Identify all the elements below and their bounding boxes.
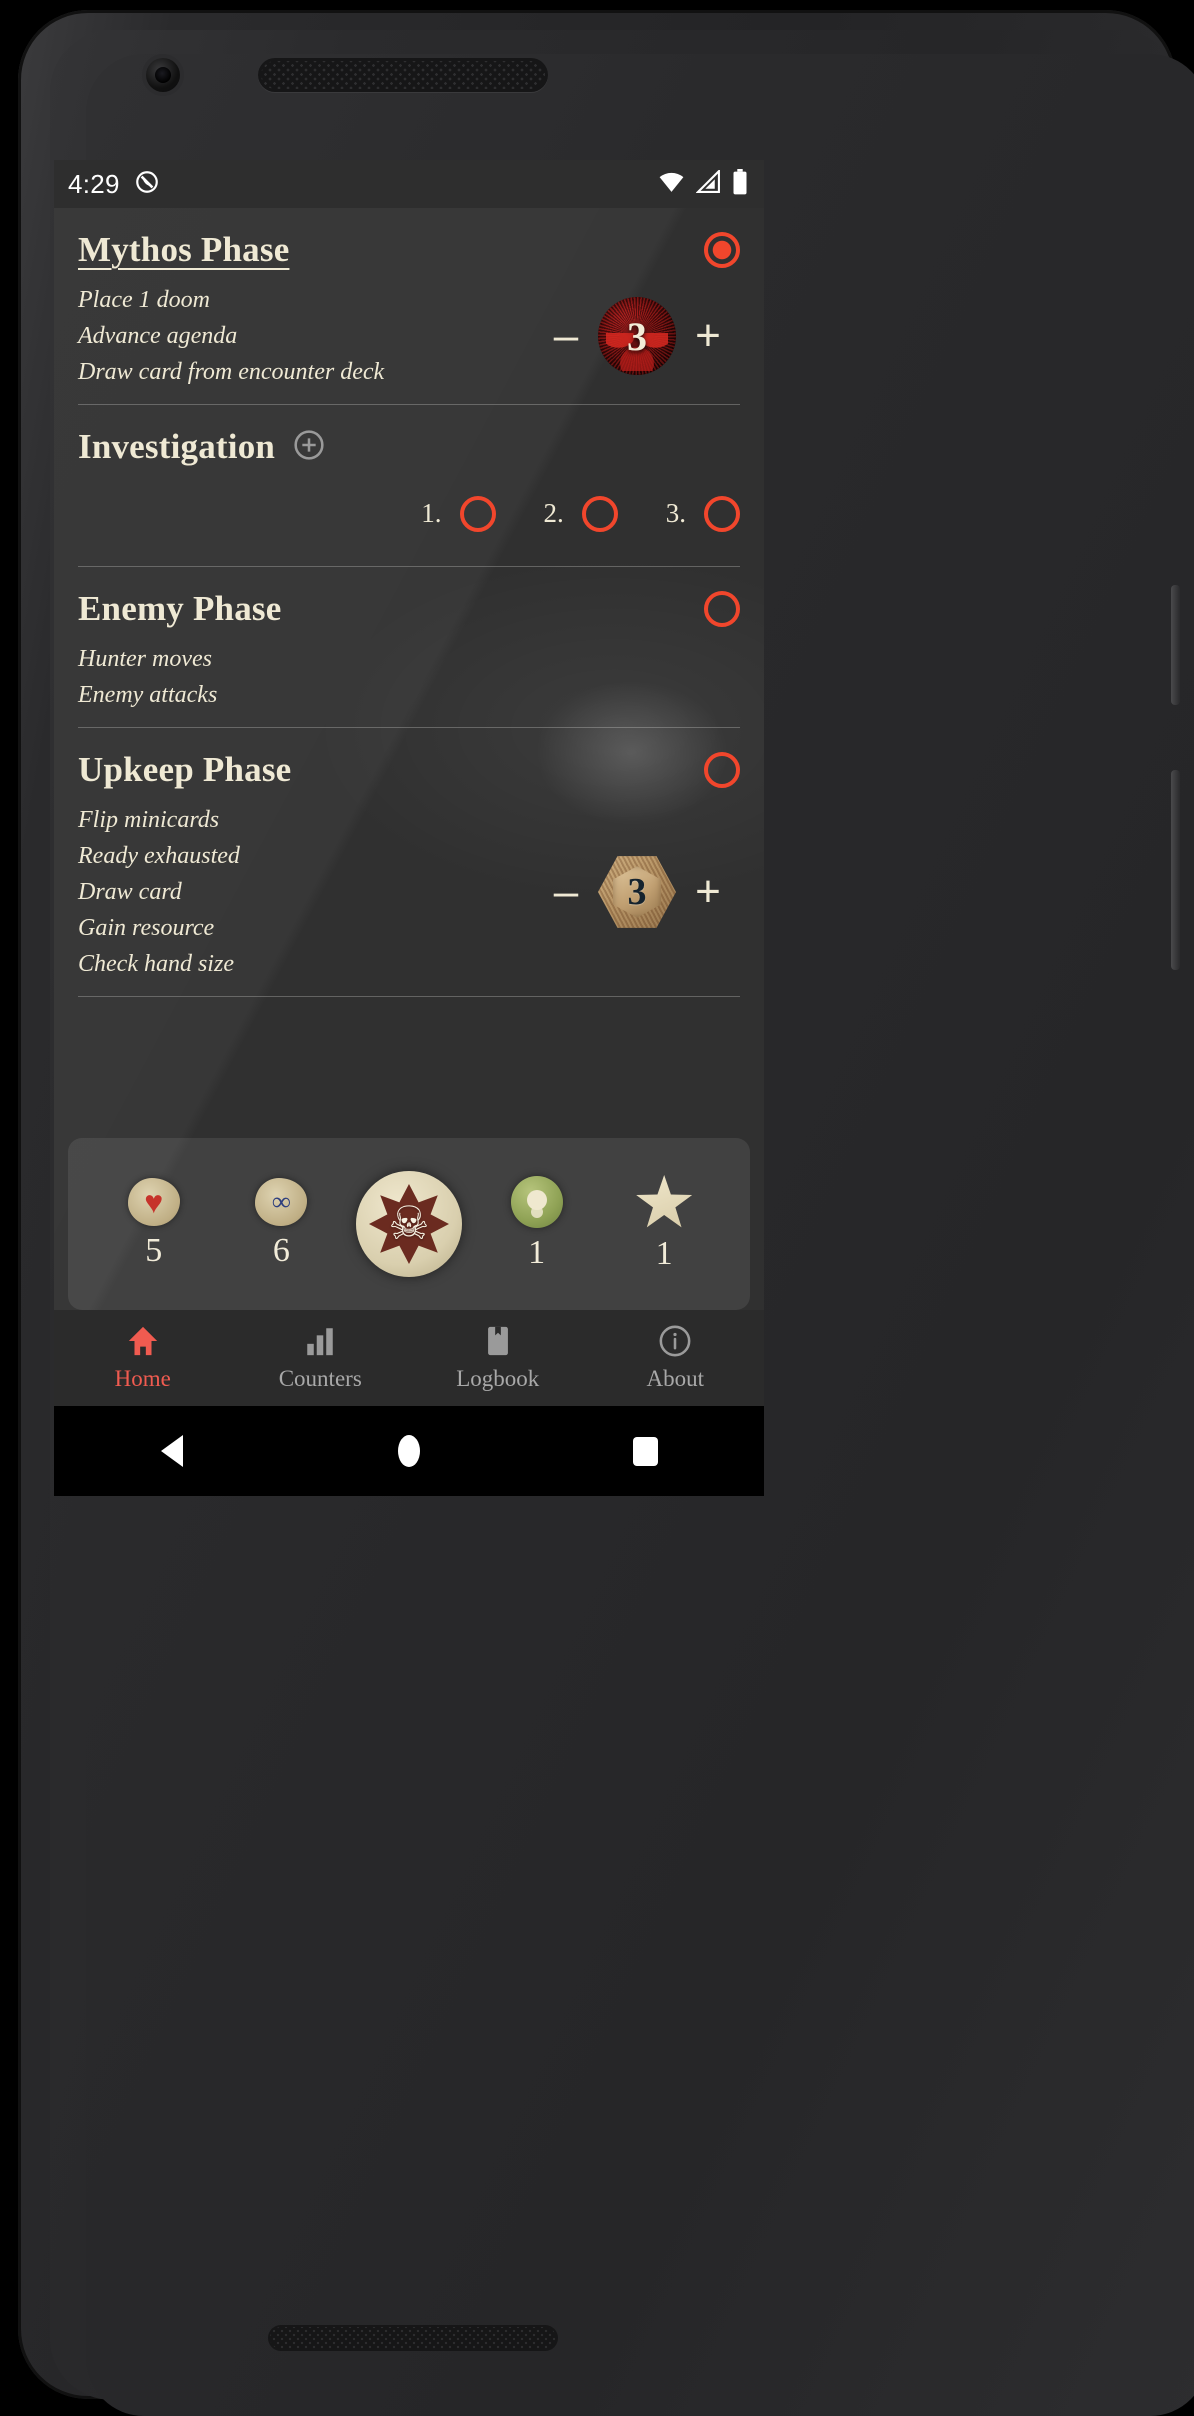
bullet-line: Place 1 doom <box>78 287 210 314</box>
investigation-slot-1[interactable]: 1. <box>421 495 496 532</box>
main-content[interactable]: Mythos Phase Place 1 doom Advance agenda… <box>54 208 764 1406</box>
volume-button[interactable] <box>1171 770 1180 970</box>
health-value: 5 <box>145 1232 163 1269</box>
clue-token-icon <box>510 1176 563 1228</box>
resource-value: 3 <box>627 871 647 913</box>
resource-increment-button[interactable]: + <box>676 870 740 914</box>
info-circle-icon <box>657 1324 693 1358</box>
status-bar-time: 4:29 <box>68 168 120 199</box>
phase-title-mythos: Mythos Phase <box>78 230 290 269</box>
sanity-value: 6 <box>272 1232 290 1269</box>
slot-number: 3. <box>665 498 686 528</box>
cellular-signal-icon <box>695 168 721 198</box>
slot-number: 2. <box>543 498 564 528</box>
add-circle-icon[interactable] <box>275 429 325 466</box>
resource-stepper: – 3 + <box>534 853 740 931</box>
phone-frame: 4:29 Mythos Phase Place 1 doom Advance a… <box>18 10 1194 2416</box>
bottom-navigation-bar: Home Counters Logbook About <box>54 1310 764 1406</box>
bullet-line: Advance agenda <box>78 323 238 350</box>
bullet-line: Flip minicards <box>78 807 220 833</box>
nav-item-about[interactable]: About <box>587 1324 765 1392</box>
slot-number: 1. <box>421 498 442 528</box>
counter-star[interactable]: 1 <box>600 1175 728 1273</box>
phase-bullets-enemy: Hunter moves Enemy attacks <box>78 641 217 713</box>
bullet-line: Ready exhausted <box>78 843 240 869</box>
investigation-slot-3[interactable]: 3. <box>665 495 740 532</box>
bullet-line: Gain resource <box>78 915 215 941</box>
android-system-navigation <box>54 1406 764 1496</box>
investigation-radio-1[interactable] <box>459 495 496 532</box>
doom-value: 3 <box>627 313 647 359</box>
counter-sanity[interactable]: ∞ 6 <box>218 1178 346 1270</box>
phase-bullets-upkeep: Flip minicards Ready exhausted Draw card… <box>78 802 240 982</box>
nav-item-counters[interactable]: Counters <box>232 1324 410 1392</box>
earpiece-speaker <box>258 58 548 92</box>
investigation-radio-3[interactable] <box>704 495 740 532</box>
brain-glyph: ∞ <box>272 1187 291 1216</box>
health-token-icon: ♥ <box>127 1178 180 1226</box>
sanity-token-icon: ∞ <box>255 1178 308 1226</box>
phase-section-upkeep: Upkeep Phase Flip minicards Ready exhaus… <box>54 728 764 996</box>
bullet-line: Draw card from encounter deck <box>78 359 385 386</box>
front-camera-icon <box>146 58 180 92</box>
home-button[interactable] <box>291 1435 528 1467</box>
nav-label-logbook: Logbook <box>456 1366 540 1391</box>
counter-health[interactable]: ♥ 5 <box>90 1178 218 1270</box>
phase-bullets-mythos: Place 1 doom Advance agenda Draw card fr… <box>78 282 384 390</box>
investigation-slot-2[interactable]: 2. <box>543 495 618 532</box>
do-not-disturb-icon <box>134 169 160 200</box>
skull-glyph: ☠ <box>388 1198 430 1249</box>
doom-increment-button[interactable]: + <box>676 314 740 358</box>
nav-label-about: About <box>646 1366 705 1391</box>
investigation-section: Investigation 1. 2. 3. <box>54 405 764 565</box>
back-button[interactable] <box>54 1435 291 1467</box>
home-icon <box>125 1324 161 1358</box>
bar-chart-icon <box>302 1324 338 1358</box>
investigation-slots: 1. 2. 3. <box>78 468 740 566</box>
bullet-line: Hunter moves <box>78 645 212 672</box>
star-value: 1 <box>655 1235 673 1272</box>
counter-clue[interactable]: 1 <box>473 1176 601 1272</box>
phase-title-enemy: Enemy Phase <box>78 588 282 628</box>
nav-item-logbook[interactable]: Logbook <box>409 1324 587 1392</box>
bullet-line: Enemy attacks <box>78 681 218 708</box>
clue-value: 1 <box>528 1234 546 1271</box>
doom-decrement-button[interactable]: – <box>534 314 598 358</box>
doom-token-icon[interactable]: 3 <box>598 297 676 376</box>
investigation-title: Investigation <box>78 427 276 467</box>
bookmark-icon <box>480 1324 516 1358</box>
status-bar: 4:29 <box>54 160 764 208</box>
nav-label-counters: Counters <box>278 1366 362 1391</box>
counter-skull[interactable]: ☠ <box>345 1171 473 1277</box>
recents-button[interactable] <box>527 1436 764 1466</box>
star-token-icon <box>636 1175 693 1228</box>
phase-radio-enemy[interactable] <box>704 590 740 627</box>
power-button[interactable] <box>1171 585 1180 705</box>
bullet-line: Draw card <box>78 879 182 905</box>
resource-token-icon[interactable]: 3 <box>598 853 676 931</box>
nav-item-home[interactable]: Home <box>54 1324 232 1392</box>
phone-screen: 4:29 Mythos Phase Place 1 doom Advance a… <box>54 160 764 1406</box>
bottom-speaker <box>268 2325 558 2351</box>
doom-stepper: – 3 + <box>534 297 740 376</box>
skull-token-icon: ☠ <box>355 1171 462 1277</box>
section-divider <box>78 996 740 997</box>
phase-radio-upkeep[interactable] <box>704 751 740 788</box>
investigation-radio-2[interactable] <box>581 495 618 532</box>
counter-tray: ♥ 5 ∞ 6 ☠ 1 1 <box>68 1138 750 1310</box>
battery-icon <box>732 168 748 200</box>
phase-radio-mythos[interactable] <box>704 232 740 269</box>
nav-label-home: Home <box>114 1366 171 1391</box>
phase-section-mythos: Mythos Phase Place 1 doom Advance agenda… <box>54 208 764 404</box>
bullet-line: Check hand size <box>78 951 234 977</box>
phase-title-upkeep: Upkeep Phase <box>78 749 292 789</box>
resource-decrement-button[interactable]: – <box>534 870 598 914</box>
heart-glyph: ♥ <box>144 1184 164 1220</box>
wifi-icon <box>658 171 685 198</box>
phase-section-enemy: Enemy Phase Hunter moves Enemy attacks <box>54 567 764 727</box>
